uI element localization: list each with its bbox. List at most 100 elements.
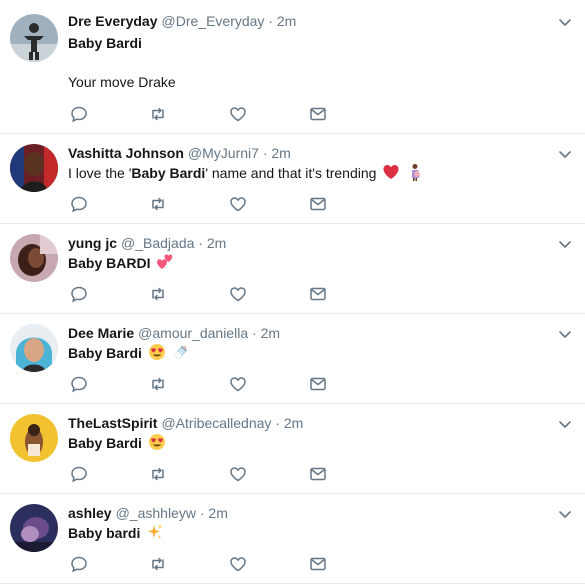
chevron-down-icon[interactable]	[557, 146, 573, 162]
username[interactable]: @amour_daniella	[138, 325, 248, 341]
tweet-actions	[68, 555, 338, 573]
separator-dot: ·	[198, 235, 203, 251]
tweet[interactable]: TheLastSpirit @Atribecallednay · 2m Baby …	[0, 404, 585, 494]
display-name[interactable]: TheLastSpirit	[68, 415, 157, 431]
tweet[interactable]: yung jc @_Badjada · 2m Baby BARDI	[0, 224, 585, 314]
tweet-actions	[68, 465, 338, 483]
username[interactable]: @Atribecallednay	[161, 415, 271, 431]
tweet-text-part: Baby Bardi	[68, 435, 142, 451]
separator-dot: ·	[262, 145, 268, 161]
timestamp[interactable]: 2m	[277, 13, 296, 29]
tweet-header: yung jc @_Badjada · 2m	[68, 234, 226, 252]
display-name[interactable]: Vashitta Johnson	[68, 145, 184, 161]
reply-icon[interactable]	[70, 195, 88, 213]
retweet-icon[interactable]	[149, 105, 167, 123]
chevron-down-icon[interactable]	[557, 416, 573, 432]
red-heart-emoji	[382, 163, 400, 181]
tweet-actions	[68, 195, 338, 213]
sparkles-emoji	[146, 523, 164, 541]
like-icon[interactable]	[229, 285, 247, 303]
timestamp[interactable]: 2m	[261, 325, 280, 341]
message-icon[interactable]	[309, 195, 327, 213]
retweet-icon[interactable]	[149, 195, 167, 213]
display-name[interactable]: Dee Marie	[68, 325, 134, 341]
display-name[interactable]: Dre Everyday	[68, 13, 158, 29]
message-icon[interactable]	[309, 105, 327, 123]
tweet-text: Baby BARDI	[68, 253, 174, 273]
tweet-feed: Dre Everyday @Dre_Everyday · 2m Baby Bard…	[0, 0, 585, 585]
tweet-text: Baby bardi	[68, 523, 164, 543]
reply-icon[interactable]	[70, 105, 88, 123]
tweet[interactable]: Dee Marie @amour_daniella · 2m Baby Bardi	[0, 314, 585, 404]
tweet-header: Dee Marie @amour_daniella · 2m	[68, 324, 280, 342]
like-icon[interactable]	[229, 105, 247, 123]
heart-eyes-emoji	[148, 433, 166, 451]
tweet-text-part: I love the '	[68, 165, 132, 181]
display-name[interactable]: yung jc	[68, 235, 117, 251]
tweet-actions	[68, 375, 338, 393]
separator-dot: ·	[268, 13, 273, 29]
username[interactable]: @_Badjada	[121, 235, 194, 251]
tweet-header: TheLastSpirit @Atribecallednay · 2m	[68, 414, 303, 432]
timestamp[interactable]: 2m	[271, 145, 290, 161]
separator-dot: ·	[252, 325, 257, 341]
two-hearts-emoji	[156, 253, 174, 271]
separator-dot: ·	[199, 505, 205, 521]
tweet[interactable]: ashley @_ashhleyw · 2m Baby bardi	[0, 494, 585, 584]
tweet-text-part: Baby bardi	[68, 525, 141, 541]
avatar[interactable]	[10, 324, 58, 372]
reply-icon[interactable]	[70, 285, 88, 303]
chevron-down-icon[interactable]	[557, 14, 573, 30]
retweet-icon[interactable]	[149, 555, 167, 573]
tweet-actions	[68, 105, 338, 123]
tweet[interactable]: Vashitta Johnson @MyJurni7 · 2m I love th…	[0, 134, 585, 224]
separator-dot: ·	[275, 415, 280, 431]
tweet-text-part: Baby Bardi	[68, 345, 142, 361]
tweet-actions	[68, 285, 338, 303]
tweet-text-highlight: Baby Bardi	[131, 165, 206, 181]
message-icon[interactable]	[309, 555, 327, 573]
reply-icon[interactable]	[70, 465, 88, 483]
message-icon[interactable]	[309, 465, 327, 483]
chevron-down-icon[interactable]	[557, 506, 573, 522]
retweet-icon[interactable]	[149, 465, 167, 483]
tweet-text-line: Your move Drake	[68, 74, 176, 90]
username[interactable]: @Dre_Everyday	[162, 13, 265, 29]
timestamp[interactable]: 2m	[207, 235, 226, 251]
tweet-text: Baby Bardi	[68, 433, 166, 453]
tweet[interactable]: Dre Everyday @Dre_Everyday · 2m Baby Bard…	[0, 0, 585, 134]
like-icon[interactable]	[229, 555, 247, 573]
chevron-down-icon[interactable]	[557, 326, 573, 342]
display-name[interactable]: ashley	[68, 505, 112, 521]
timestamp[interactable]: 2m	[284, 415, 303, 431]
avatar[interactable]	[10, 144, 58, 192]
timestamp[interactable]: 2m	[208, 505, 227, 521]
heart-eyes-emoji	[148, 343, 166, 361]
reply-icon[interactable]	[70, 375, 88, 393]
message-icon[interactable]	[309, 285, 327, 303]
tweet-header: Dre Everyday @Dre_Everyday · 2m	[68, 12, 296, 30]
avatar[interactable]	[10, 14, 58, 62]
tweet-text-part: ' name and that it's trending	[205, 165, 377, 181]
like-icon[interactable]	[229, 195, 247, 213]
tweet-text: Baby Bardi	[68, 343, 190, 363]
like-icon[interactable]	[229, 375, 247, 393]
username[interactable]: @_ashhleyw	[116, 505, 196, 521]
tweet-text-part: Baby BARDI	[68, 255, 151, 271]
tweet-header: ashley @_ashhleyw · 2m	[68, 504, 228, 522]
message-icon[interactable]	[309, 375, 327, 393]
avatar[interactable]	[10, 234, 58, 282]
tweet-header: Vashitta Johnson @MyJurni7 · 2m	[68, 144, 291, 162]
pregnant-woman-emoji	[406, 163, 424, 181]
tweet-text: Baby Bardi	[68, 35, 142, 51]
avatar[interactable]	[10, 414, 58, 462]
like-icon[interactable]	[229, 465, 247, 483]
reply-icon[interactable]	[70, 555, 88, 573]
username[interactable]: @MyJurni7	[188, 145, 259, 161]
retweet-icon[interactable]	[149, 285, 167, 303]
baby-bottle-emoji	[172, 343, 190, 361]
retweet-icon[interactable]	[149, 375, 167, 393]
chevron-down-icon[interactable]	[557, 236, 573, 252]
avatar[interactable]	[10, 504, 58, 552]
tweet-text: I love the 'Baby Bardi' name and that it…	[68, 163, 424, 183]
